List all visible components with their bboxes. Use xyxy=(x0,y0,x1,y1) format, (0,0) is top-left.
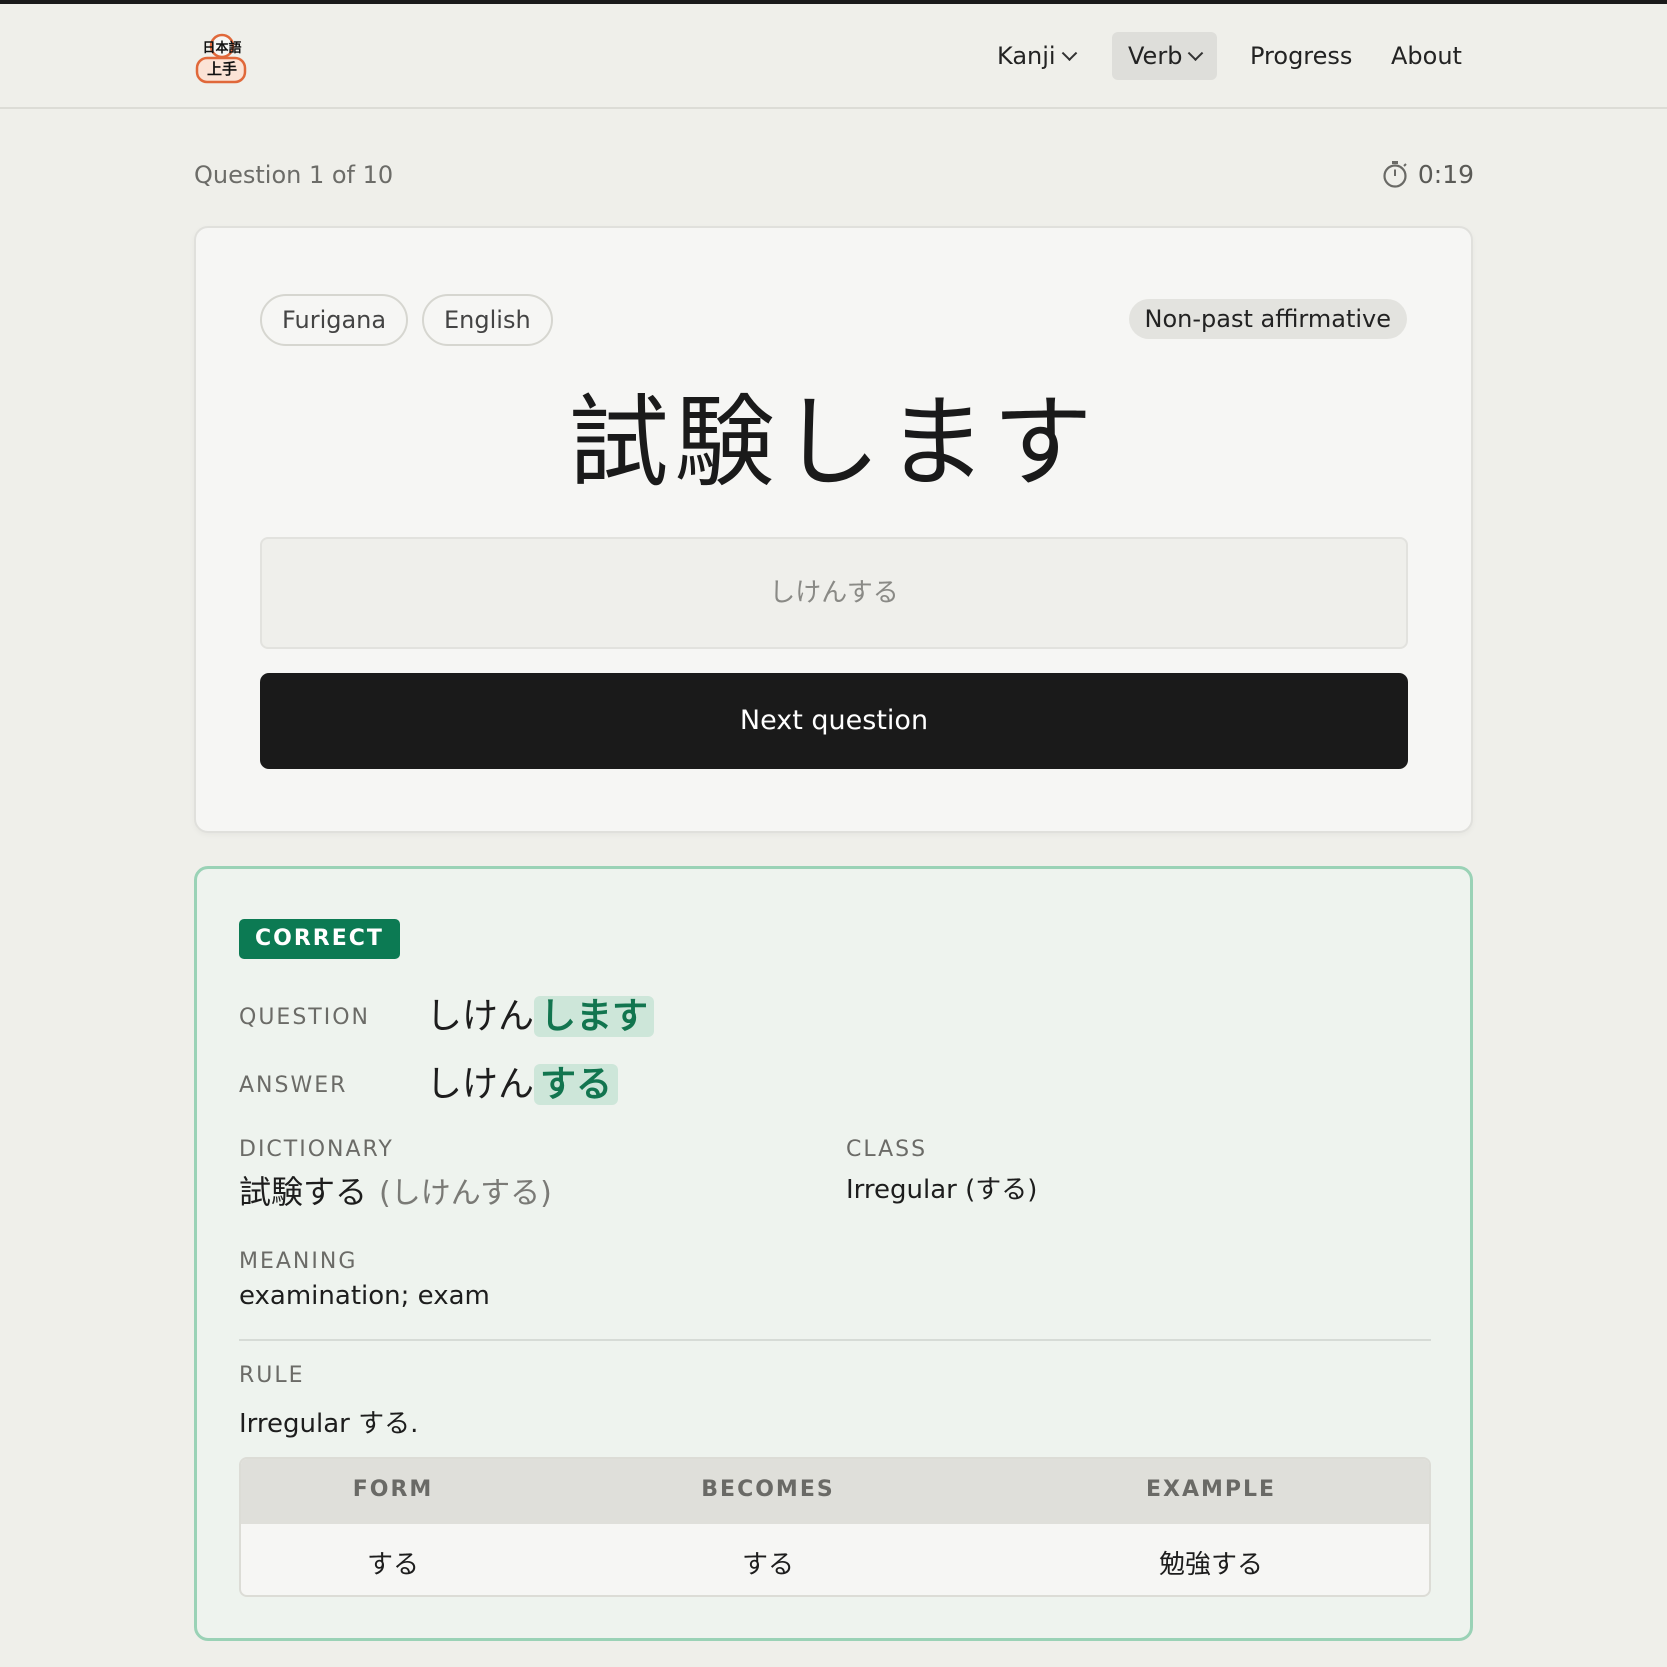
table-cell-becomes: する xyxy=(741,1550,795,1580)
answer-stem: しけん xyxy=(426,1064,535,1105)
dictionary-word: 試験する xyxy=(239,1173,368,1211)
class-label: CLASS xyxy=(846,1137,928,1162)
question-stem: しけん xyxy=(426,996,535,1037)
english-toggle[interactable]: English xyxy=(422,294,553,346)
table-cell-form: する xyxy=(366,1550,420,1580)
nav-progress-link[interactable]: Progress xyxy=(1234,32,1368,80)
dictionary-reading: (しけんする) xyxy=(379,1176,552,1211)
timer-value: 0:19 xyxy=(1417,159,1474,189)
chevron-down-icon xyxy=(1188,44,1204,61)
status-badge: CORRECT xyxy=(239,919,400,959)
table-header-becomes: BECOMES xyxy=(701,1477,835,1502)
nav-kanji-label: Kanji xyxy=(997,42,1056,70)
stopwatch-icon xyxy=(1383,161,1407,188)
answer-label: ANSWER xyxy=(239,1073,348,1098)
rule-label: RULE xyxy=(239,1363,305,1388)
chevron-down-icon xyxy=(1061,44,1077,61)
conjugation-form-tag: Non-past affirmative xyxy=(1128,299,1407,339)
table-header-form: FORM xyxy=(352,1477,434,1502)
question-card: Furigana English Non-past affirmative 試験… xyxy=(194,226,1473,833)
table-header-row: FORM BECOMES EXAMPLE xyxy=(241,1459,1429,1524)
question-prompt: 試験します xyxy=(568,384,1099,501)
question-ending-highlight: します xyxy=(534,996,655,1037)
answer-ending-highlight: する xyxy=(534,1064,619,1105)
rule-value: Irregular する. xyxy=(239,1409,419,1439)
next-question-button[interactable]: Next question xyxy=(260,673,1408,769)
answer-input[interactable]: しけんする xyxy=(260,537,1408,649)
class-value: Irregular (する) xyxy=(846,1175,1038,1205)
nav-verb-label: Verb xyxy=(1128,42,1183,70)
svg-text:上手: 上手 xyxy=(207,60,237,78)
question-reading: しけん します xyxy=(426,987,655,1039)
table-header-example: EXAMPLE xyxy=(1145,1477,1277,1502)
meaning-label: MEANING xyxy=(239,1249,358,1274)
furigana-toggle[interactable]: Furigana xyxy=(260,294,409,346)
svg-text:日本語: 日本語 xyxy=(202,40,241,56)
quiz-timer: 0:19 xyxy=(1380,159,1474,189)
answer-reading: しけん する xyxy=(426,1055,619,1107)
top-navigation-bar: 日本語 上手 Kanji Verb Progress About xyxy=(0,4,1667,109)
nav-kanji-dropdown[interactable]: Kanji xyxy=(981,32,1091,80)
dictionary-label: DICTIONARY xyxy=(239,1137,394,1162)
question-progress: Question 1 of 10 xyxy=(194,161,394,189)
divider xyxy=(239,1339,1431,1341)
nav-about-link[interactable]: About xyxy=(1375,32,1478,80)
app-logo[interactable]: 日本語 上手 xyxy=(194,32,250,88)
question-label: QUESTION xyxy=(239,1005,370,1030)
dictionary-form: 試験する (しけんする) xyxy=(239,1167,552,1213)
table-cell-example: 勉強する xyxy=(1158,1550,1264,1580)
meaning-value: examination; exam xyxy=(239,1281,490,1311)
nav-verb-dropdown[interactable]: Verb xyxy=(1112,32,1218,80)
conjugation-table: FORM BECOMES EXAMPLE する する 勉強する xyxy=(239,1457,1431,1597)
result-card: CORRECT QUESTION しけん します ANSWER しけん する DIC… xyxy=(194,866,1473,1641)
